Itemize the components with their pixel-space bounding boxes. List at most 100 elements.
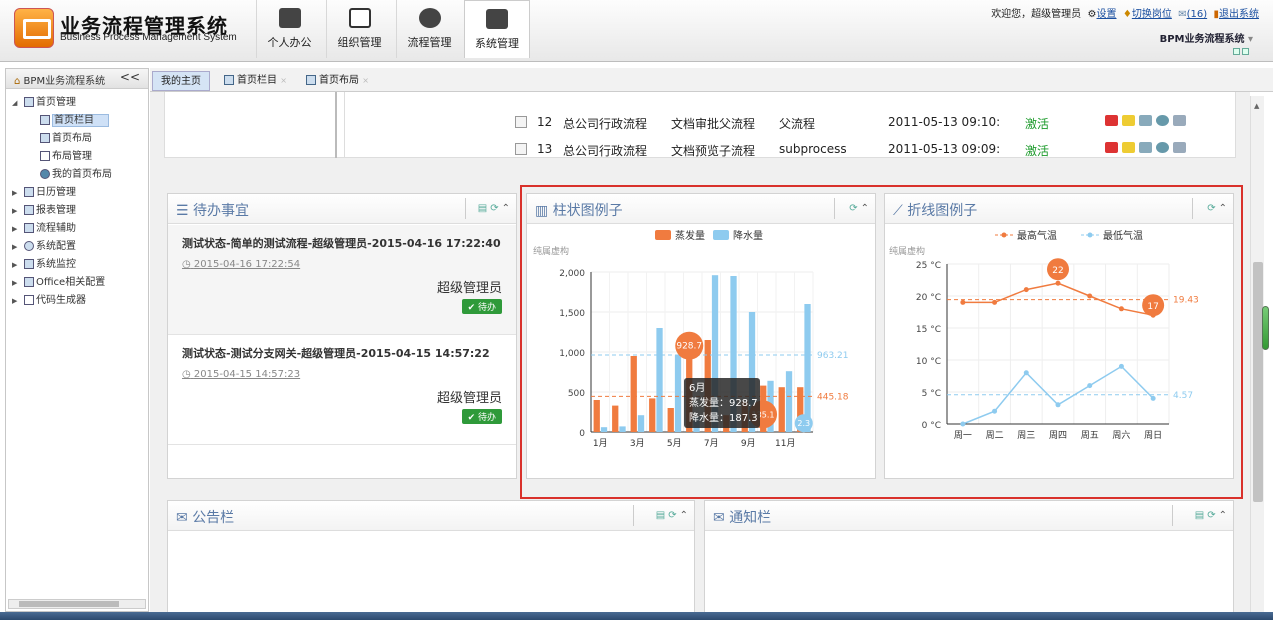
process-table-panel: 12 总公司行政流程 文档审批父流程 父流程 2011-05-13 09:10:… (164, 92, 1236, 158)
list-icon[interactable] (1139, 115, 1152, 126)
clock-icon: ◷ (182, 369, 191, 380)
todo-panel: ☰ 待办事宜 ▤ ⟳ ⌃ 测试状态-简单的测试流程-超级管理员-2015-04-16… (167, 193, 517, 479)
mail-count-link[interactable]: (16) (1187, 9, 1208, 20)
collapse-icon[interactable]: ⌃ (680, 510, 688, 521)
caret-right-icon[interactable]: ▶ (12, 184, 17, 202)
side-handle[interactable] (1262, 306, 1269, 350)
sidebar-item-label: 系统监控 (36, 259, 76, 270)
nav-system-management[interactable]: 系统管理 (464, 0, 530, 58)
settings-icon[interactable] (1156, 142, 1169, 153)
more-icon[interactable]: ▤ (656, 510, 665, 521)
panel-header: ☰ 待办事宜 ▤ ⟳ ⌃ (168, 194, 516, 224)
sidebar-item-home-layout[interactable]: 首页布局 (6, 130, 148, 148)
user-icon (40, 169, 50, 179)
collapse-sidebar-button[interactable]: << (120, 70, 140, 84)
sidebar-item-label: 首页栏目 (52, 114, 109, 127)
status-text: 待办 (477, 303, 496, 313)
sidebar-scrollbar[interactable] (8, 599, 146, 609)
todo-item[interactable]: 测试状态-简单的测试流程-超级管理员-2015-04-16 17:22:40 ◷… (168, 225, 516, 335)
tab-home-layout[interactable]: 首页布局 × (298, 71, 377, 91)
caret-down-icon[interactable]: ◢ (12, 94, 17, 112)
scrollbar-thumb[interactable] (1253, 262, 1263, 502)
row-company: 总公司行政流程 (563, 117, 648, 131)
sidebar-item-office-config[interactable]: ▶ Office相关配置 (6, 274, 148, 292)
tab-my-home[interactable]: 我的主页 (152, 71, 210, 91)
delete-icon[interactable] (1105, 115, 1118, 126)
edit-icon (40, 115, 50, 125)
todo-item[interactable]: 测试状态-测试分支网关-超级管理员-2015-04-15 14:57:22 ◷ … (168, 335, 516, 445)
system-selector[interactable]: BPM业务流程系统 ▾ (1160, 30, 1253, 45)
table-row[interactable]: 12 总公司行政流程 文档审批父流程 父流程 2011-05-13 09:10:… (513, 110, 1213, 136)
org-icon (348, 8, 371, 28)
panel-header: ✉ 通知栏 ▤ ⟳ ⌃ (705, 501, 1233, 531)
scroll-up-icon[interactable]: ▲ (1254, 102, 1259, 110)
tab-home-columns[interactable]: 首页栏目 × (216, 71, 295, 91)
caret-right-icon[interactable]: ▶ (12, 220, 17, 238)
caret-right-icon[interactable]: ▶ (12, 274, 17, 292)
flow-icon[interactable] (1173, 115, 1186, 126)
list-icon[interactable] (1139, 142, 1152, 153)
sidebar-item-home-columns[interactable]: 首页栏目 (6, 112, 148, 130)
panel-title: ☰ 待办事宜 (176, 200, 249, 220)
caret-right-icon[interactable]: ▶ (12, 202, 17, 220)
sidebar-item-system-monitor[interactable]: ▶ 系统监控 (6, 256, 148, 274)
column-divider (335, 92, 345, 158)
nav-label: 流程管理 (407, 36, 452, 49)
window-controls[interactable] (1231, 44, 1251, 55)
row-checkbox[interactable] (515, 143, 527, 155)
collapse-icon[interactable]: ⌃ (1219, 510, 1227, 521)
row-number: 12 (537, 115, 553, 129)
sidebar-item-process-aid[interactable]: ▶ 流程辅助 (6, 220, 148, 238)
refresh-icon[interactable]: ⟳ (490, 203, 498, 214)
todo-title[interactable]: 测试状态-简单的测试流程-超级管理员-2015-04-16 17:22:40 (182, 235, 502, 251)
panel-title: ✉ 通知栏 (713, 507, 771, 527)
todo-date-text: 2015-04-15 14:57:23 (193, 369, 301, 380)
caret-right-icon[interactable]: ▶ (12, 238, 17, 256)
sidebar-item-label: 系统配置 (36, 241, 76, 252)
more-icon[interactable]: ▤ (478, 203, 487, 214)
caret-right-icon[interactable]: ▶ (12, 292, 17, 310)
mail-icon: ✉ (713, 510, 725, 526)
edit-icon[interactable] (1122, 115, 1135, 126)
flow-icon[interactable] (1173, 142, 1186, 153)
table-row[interactable]: 13 总公司行政流程 文档预览子流程 subprocess 2011-05-13… (513, 137, 1213, 163)
tab-label: 首页栏目 (237, 75, 277, 86)
row-key: subprocess (779, 142, 847, 156)
sidebar-item-home-management[interactable]: ◢ 首页管理 (6, 94, 148, 112)
scrollbar-thumb[interactable] (19, 601, 119, 607)
sidebar-item-calendar[interactable]: ▶ 日历管理 (6, 184, 148, 202)
settings-icon[interactable] (1156, 115, 1169, 126)
switch-role-link[interactable]: 切换岗位 (1132, 9, 1172, 20)
edit-icon (224, 75, 234, 85)
main-scrollbar[interactable]: ▲ (1250, 96, 1264, 612)
nav-org-management[interactable]: 组织管理 (326, 0, 392, 58)
nav-process-management[interactable]: 流程管理 (396, 0, 462, 58)
settings-link[interactable]: 设置 (1097, 9, 1117, 20)
sidebar-item-system-config[interactable]: ▶ 系统配置 (6, 238, 148, 256)
sidebar-title: BPM业务流程系统 (23, 76, 106, 87)
row-checkbox[interactable] (515, 116, 527, 128)
gear-icon (24, 241, 34, 251)
more-icon[interactable]: ▤ (1195, 510, 1204, 521)
sidebar-item-label: 代码生成器 (36, 295, 86, 306)
sidebar-item-label: 日历管理 (36, 187, 76, 198)
logout-link[interactable]: 退出系统 (1219, 9, 1259, 20)
maximize-icon[interactable] (1242, 48, 1249, 55)
collapse-icon[interactable]: ⌃ (502, 203, 510, 214)
edit-icon[interactable] (1122, 142, 1135, 153)
todo-title[interactable]: 测试状态-测试分支网关-超级管理员-2015-04-15 14:57:22 (182, 345, 502, 361)
delete-icon[interactable] (1105, 142, 1118, 153)
sidebar-item-layout-management[interactable]: 布局管理 (6, 148, 148, 166)
sidebar-item-reports[interactable]: ▶ 报表管理 (6, 202, 148, 220)
refresh-icon[interactable]: ⟳ (668, 510, 676, 521)
caret-right-icon[interactable]: ▶ (12, 256, 17, 274)
app-header: 业务流程管理系统 Business Process Management Sys… (0, 0, 1273, 62)
nav-personal-office[interactable]: 个人办公 (256, 0, 322, 58)
sidebar-item-my-home-layout[interactable]: 我的首页布局 (6, 166, 148, 184)
refresh-icon[interactable]: ⟳ (1207, 510, 1215, 521)
close-icon[interactable]: × (280, 76, 287, 85)
sidebar-item-code-generator[interactable]: ▶ 代码生成器 (6, 292, 148, 310)
restore-icon[interactable] (1233, 48, 1240, 55)
close-icon[interactable]: × (362, 76, 369, 85)
notice-panel: ✉ 公告栏 ▤ ⟳ ⌃ (167, 500, 695, 612)
